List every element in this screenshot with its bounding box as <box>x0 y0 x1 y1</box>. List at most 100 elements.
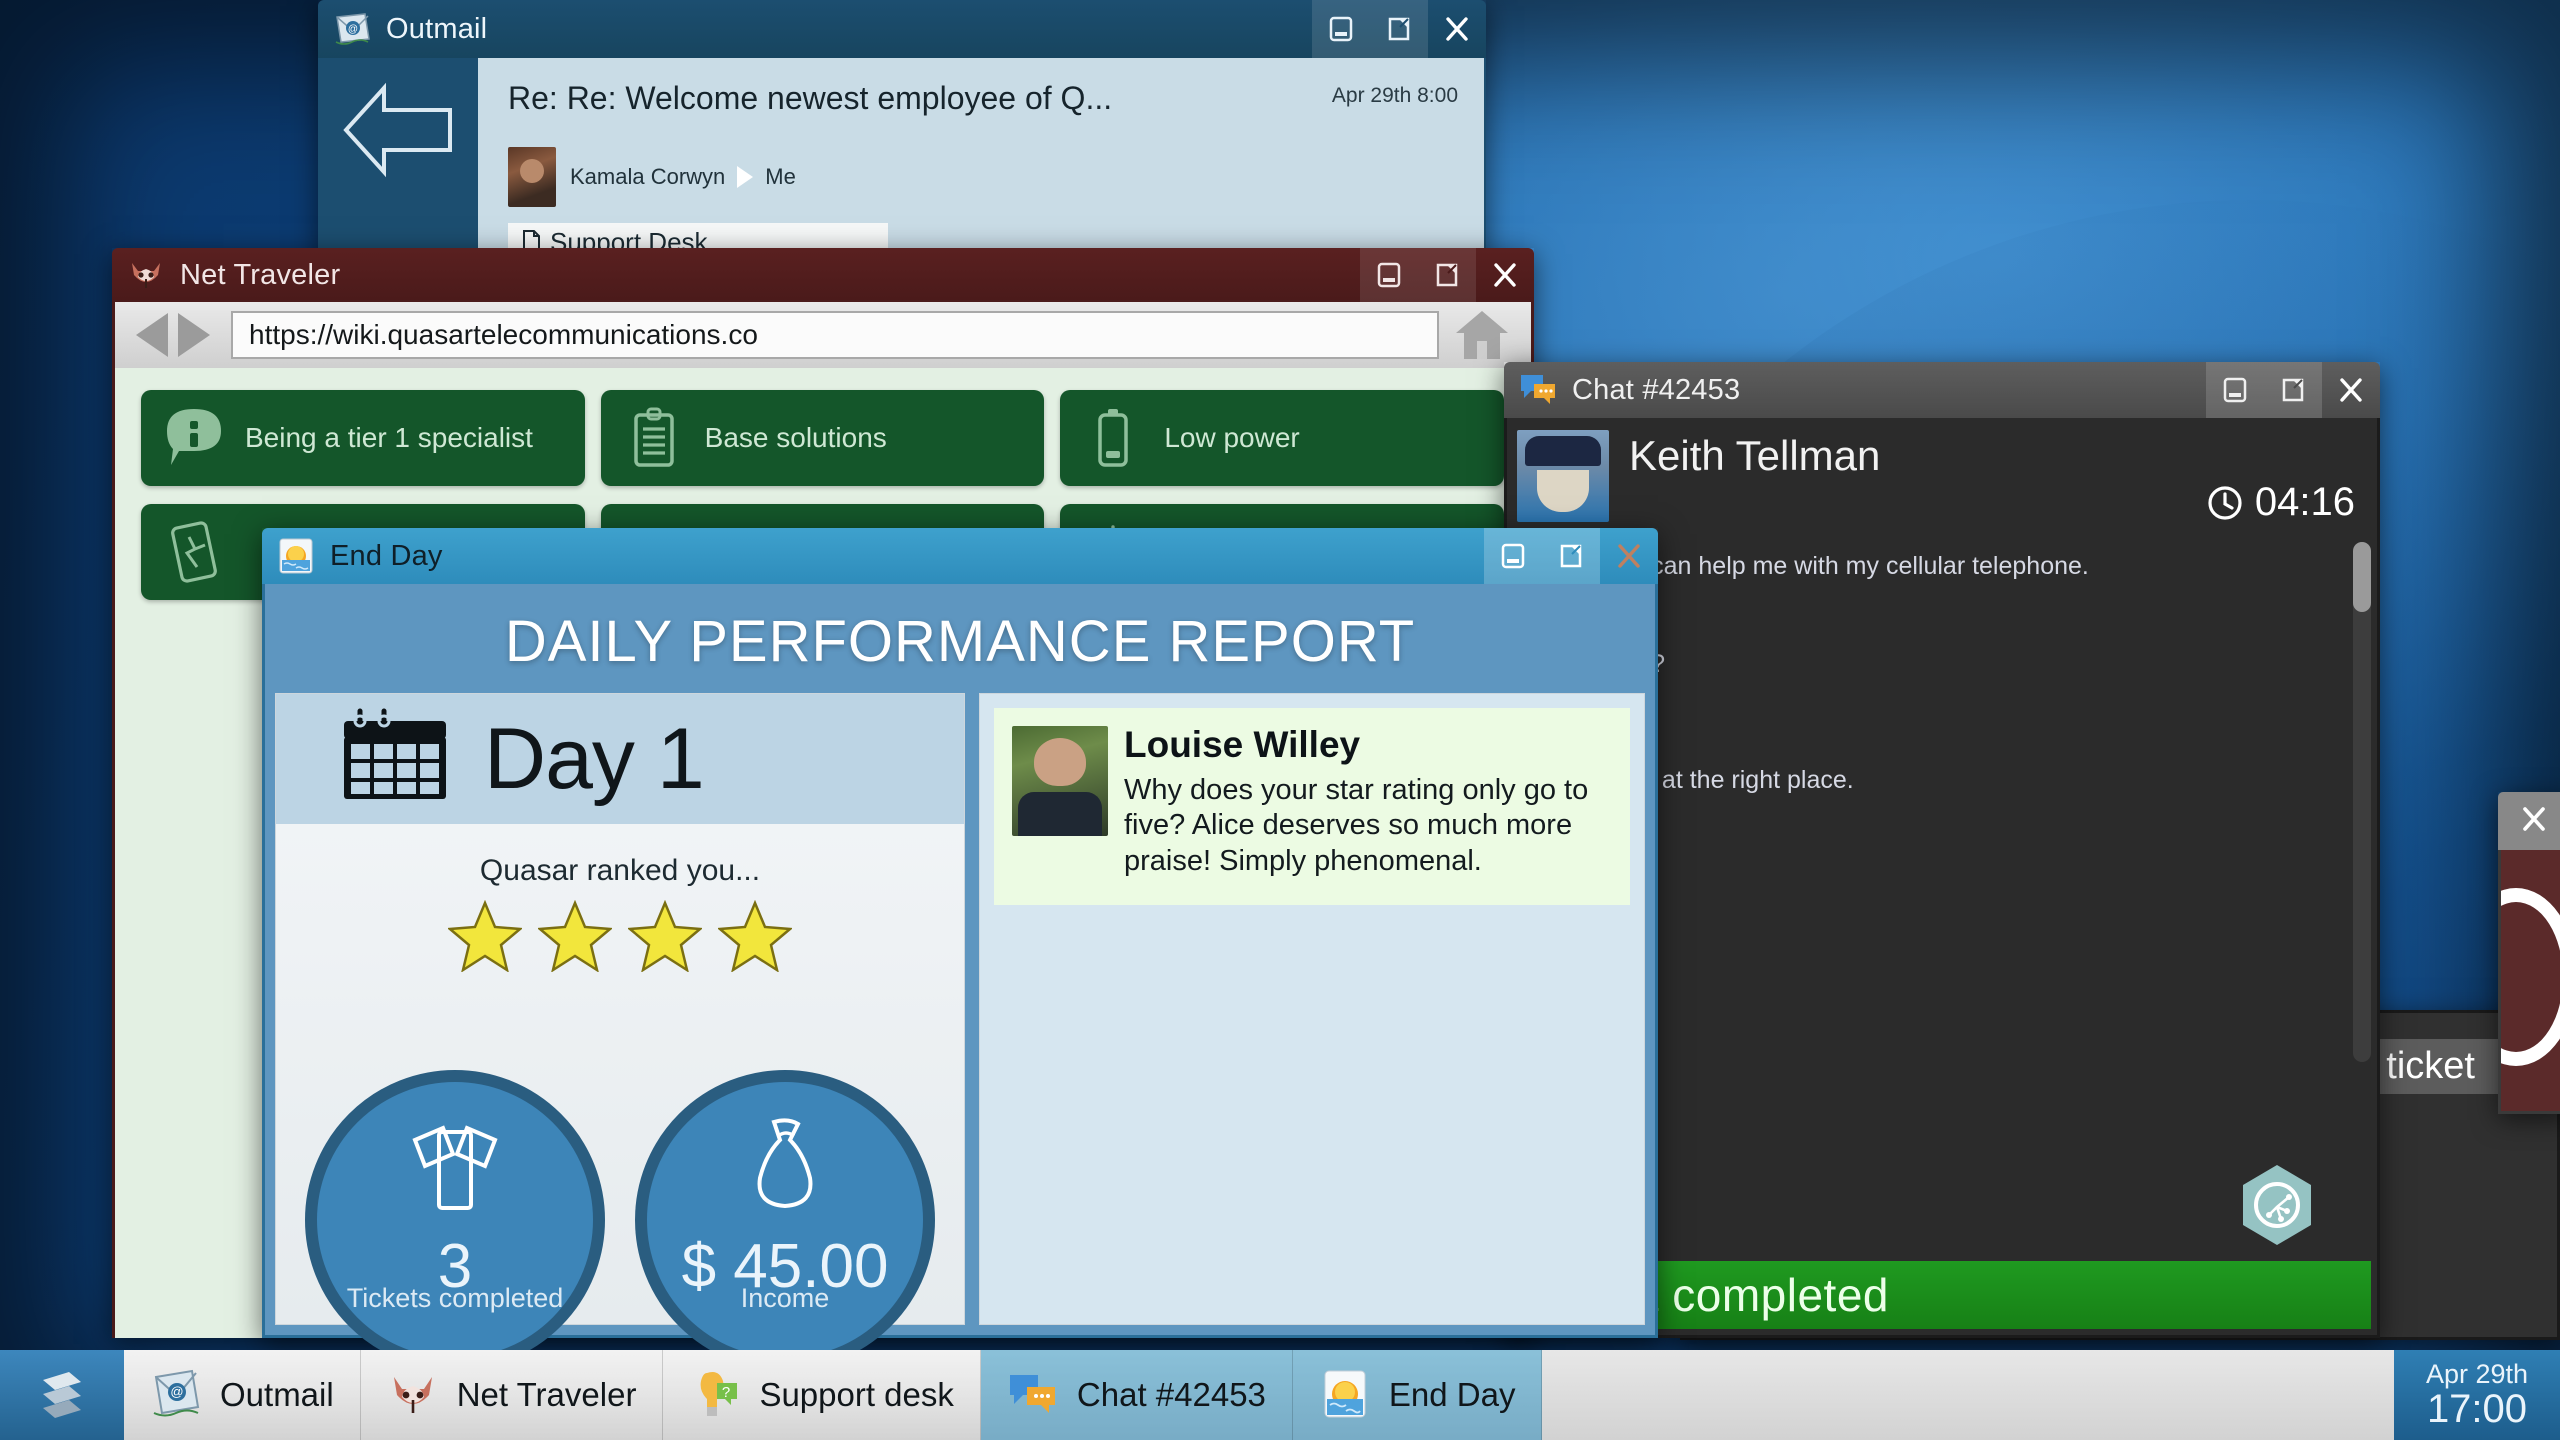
window-partial-right[interactable] <box>2498 792 2560 1114</box>
scrollbar-thumb[interactable] <box>2353 542 2371 612</box>
window-end-day[interactable]: End Day DAILY PERFORMANCE REPORT Day 1 Q… <box>262 528 1658 1370</box>
wiki-tile-2[interactable]: Low power <box>1060 390 1504 486</box>
day-label: Day 1 <box>484 710 705 807</box>
partial-window-body <box>2498 850 2560 1114</box>
raccoon-icon <box>387 1367 439 1423</box>
chat-bubbles-icon <box>1518 370 1558 410</box>
close-button[interactable] <box>1476 248 1534 302</box>
chat-window-buttons <box>2206 362 2380 418</box>
minimize-button[interactable] <box>1360 248 1418 302</box>
close-button[interactable] <box>1428 0 1486 58</box>
chat-timer: 04:16 <box>2205 480 2355 525</box>
minimize-button[interactable] <box>2206 362 2264 418</box>
taskbar-clock[interactable]: Apr 29th 17:00 <box>2394 1350 2560 1440</box>
stat-income: $ 45.00 Income <box>635 1070 935 1370</box>
taskbar[interactable]: @ Outmail Net Traveler ? Support desk Ch… <box>0 1350 2560 1440</box>
outmail-title: Outmail <box>386 12 488 45</box>
outmail-body: Re: Re: Welcome newest employee of Q... … <box>318 58 1486 261</box>
customer-review: Louise Willey Why does your star rating … <box>994 708 1630 905</box>
quasar-logo-icon <box>2239 1163 2315 1247</box>
chat-customer-name: Keith Tellman <box>1629 432 1881 479</box>
star-icon <box>446 899 524 977</box>
avatar <box>1012 726 1108 836</box>
maximize-button[interactable] <box>1418 248 1476 302</box>
info-bubble-icon <box>163 405 225 471</box>
chat-timer-value: 04:16 <box>2254 480 2355 524</box>
svg-text:@: @ <box>170 1384 183 1399</box>
chat-scrollbar[interactable] <box>2353 542 2371 1062</box>
chat-header: Keith Tellman 04:16 <box>1507 418 2377 536</box>
outmail-titlebar[interactable]: @ Outmail <box>318 0 1486 58</box>
stat-label: Income <box>740 1283 830 1313</box>
nettraveler-title: Net Traveler <box>180 258 341 291</box>
clipboard-icon <box>623 405 685 471</box>
calendar-icon <box>340 707 450 812</box>
maximize-button[interactable] <box>1370 0 1428 58</box>
email-subject: Re: Re: Welcome newest employee of Q... <box>508 80 1113 116</box>
report-columns: Day 1 Quasar ranked you... 3 Tickets com… <box>275 693 1645 1370</box>
report-stats-column: Day 1 Quasar ranked you... 3 Tickets com… <box>275 693 965 1370</box>
taskbar-item-support-desk[interactable]: ? Support desk <box>663 1350 981 1440</box>
lightbulb-question-icon: ? <box>689 1367 741 1423</box>
taskbar-item-label: Net Traveler <box>456 1376 637 1413</box>
partial-window-titlebar[interactable] <box>2498 792 2560 850</box>
endday-title: End Day <box>330 539 443 572</box>
outmail-sidebar[interactable] <box>320 58 478 258</box>
email-participants: Kamala Corwyn Me <box>508 147 1458 207</box>
close-button[interactable] <box>2517 802 2551 841</box>
money-bag-icon <box>730 1116 840 1225</box>
window-outmail[interactable]: @ Outmail Re: Re: Welcome newest employe… <box>318 0 1486 261</box>
email-sender: Kamala Corwyn <box>570 164 726 189</box>
cracked-phone-icon <box>163 519 225 585</box>
nettraveler-window-buttons <box>1360 248 1534 302</box>
wiki-tile-0[interactable]: Being a tier 1 specialist <box>141 390 585 486</box>
close-button[interactable] <box>2322 362 2380 418</box>
nav-arrows[interactable] <box>121 310 231 360</box>
minimize-button[interactable] <box>1484 528 1542 584</box>
outmail-message-pane: Re: Re: Welcome newest employee of Q... … <box>478 58 1484 261</box>
wiki-tile-label: Base solutions <box>704 422 887 454</box>
url-input[interactable]: https://wiki.quasartelecommunications.co <box>231 311 1439 359</box>
taskbar-item-end-day[interactable]: End Day <box>1292 1350 1543 1440</box>
taskbar-item-label: Chat #42453 <box>1076 1376 1266 1413</box>
browser-toolbar: https://wiki.quasartelecommunications.co <box>115 302 1531 368</box>
star-icon <box>626 899 704 977</box>
mail-icon: @ <box>332 9 372 49</box>
chevron-right-icon <box>737 166 754 188</box>
close-button[interactable] <box>1600 528 1658 584</box>
raccoon-icon <box>126 255 166 295</box>
endday-titlebar[interactable]: End Day <box>262 528 1658 584</box>
maximize-button[interactable] <box>2264 362 2322 418</box>
clock-icon <box>2208 485 2242 520</box>
sunset-icon <box>1319 1367 1371 1423</box>
chat-titlebar[interactable]: Chat #42453 <box>1504 362 2380 418</box>
sunset-icon <box>276 536 316 576</box>
chat-bubbles-icon <box>1007 1367 1059 1423</box>
rank-caption: Quasar ranked you... <box>479 854 761 887</box>
chat-title: Chat #42453 <box>1572 373 1741 406</box>
taskbar-item-outmail[interactable]: @ Outmail <box>124 1350 361 1440</box>
svg-text:?: ? <box>722 1384 730 1401</box>
back-arrow-icon[interactable] <box>340 82 458 183</box>
maximize-button[interactable] <box>1542 528 1600 584</box>
star-icon <box>716 899 794 977</box>
clock-time: 17:00 <box>2426 1387 2528 1432</box>
review-author: Louise Willey <box>1124 724 1361 765</box>
day-banner: Day 1 <box>276 694 964 824</box>
stat-circles: 3 Tickets completed $ 45.00 Income <box>276 977 964 1370</box>
avatar <box>1517 430 1609 522</box>
star-rating <box>276 899 964 977</box>
taskbar-item-label: Support desk <box>759 1376 954 1413</box>
email-recipient: Me <box>765 164 796 189</box>
start-button[interactable] <box>0 1350 124 1440</box>
minimize-button[interactable] <box>1312 0 1370 58</box>
star-icon <box>536 899 614 977</box>
taskbar-item-net-traveler[interactable]: Net Traveler <box>360 1350 664 1440</box>
tickets-icon <box>397 1116 513 1225</box>
report-reviews-column: Louise Willey Why does your star rating … <box>979 693 1645 1325</box>
home-icon[interactable] <box>1439 307 1525 363</box>
wiki-tile-1[interactable]: Base solutions <box>600 390 1045 486</box>
nettraveler-titlebar[interactable]: Net Traveler <box>112 248 1534 302</box>
taskbar-item-chat[interactable]: Chat #42453 <box>980 1350 1293 1440</box>
start-logo-icon <box>43 1372 81 1418</box>
